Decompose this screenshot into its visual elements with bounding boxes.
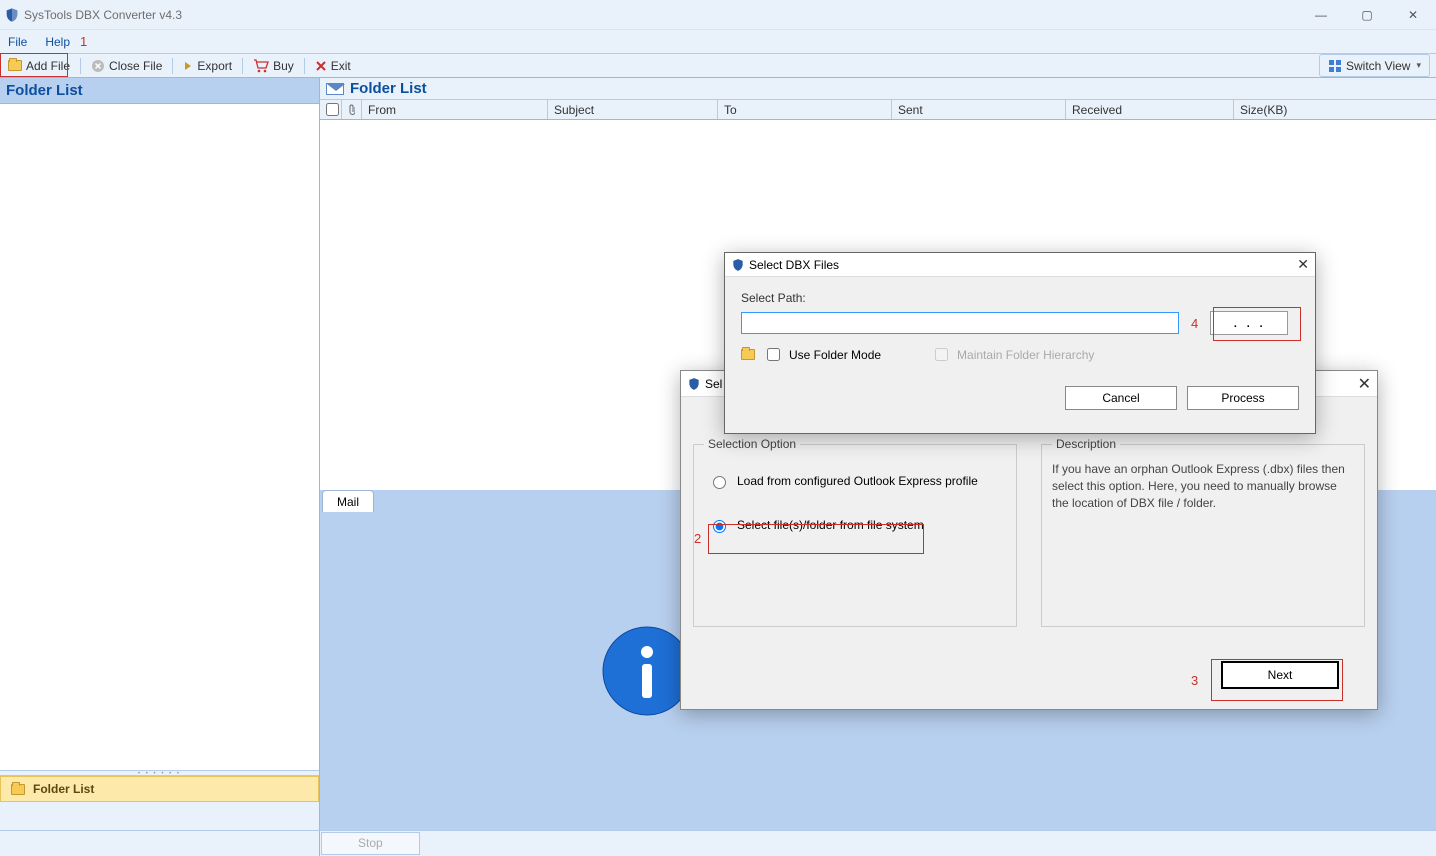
content-title: Folder List	[350, 80, 427, 97]
use-folder-mode-label: Use Folder Mode	[789, 348, 881, 362]
radio-load-profile[interactable]: Load from configured Outlook Express pro…	[708, 473, 1002, 489]
toolbar-add-file-label: Add File	[26, 59, 70, 73]
toolbar-switch-view-label: Switch View	[1346, 59, 1410, 73]
folder-open-icon	[8, 60, 22, 71]
select-dialog-close-button[interactable]: ✕	[1297, 256, 1309, 273]
col-subject[interactable]: Subject	[548, 100, 718, 119]
radio-select-files-label: Select file(s)/folder from file system	[737, 518, 924, 532]
app-icon	[4, 7, 20, 23]
stop-button: Stop	[321, 832, 420, 855]
window-close-button[interactable]: ✕	[1390, 0, 1436, 30]
statusbar: Stop	[0, 830, 1436, 856]
close-file-icon	[91, 59, 105, 73]
col-attachment[interactable]	[342, 100, 362, 119]
sidebar-nav-label: Folder List	[33, 782, 94, 796]
folder-mode-icon	[741, 349, 755, 360]
toolbar-export-label: Export	[197, 59, 232, 73]
content-header: Folder List	[320, 78, 1436, 100]
mail-grid-header: From Subject To Sent Received Size(KB)	[320, 100, 1436, 120]
wizard-title: Sel	[705, 377, 722, 391]
description-legend: Description	[1052, 437, 1120, 451]
col-checkbox[interactable]	[320, 100, 342, 119]
use-folder-mode-option[interactable]: Use Folder Mode	[763, 345, 881, 364]
cancel-button[interactable]: Cancel	[1065, 386, 1177, 410]
window-titlebar: SysTools DBX Converter v4.3 — ▢ ✕	[0, 0, 1436, 30]
select-dialog-titlebar[interactable]: Select DBX Files ✕	[725, 253, 1315, 277]
toolbar-export[interactable]: Export	[175, 54, 240, 77]
toolbar-buy[interactable]: Buy	[245, 54, 302, 77]
tab-mail[interactable]: Mail	[322, 490, 374, 513]
radio-select-files[interactable]: Select file(s)/folder from file system	[708, 517, 1002, 533]
col-to[interactable]: To	[718, 100, 892, 119]
col-received[interactable]: Received	[1066, 100, 1234, 119]
maintain-hierarchy-label: Maintain Folder Hierarchy	[957, 348, 1094, 362]
annotation-4: 4	[1191, 316, 1198, 331]
annotation-1: 1	[80, 34, 87, 49]
toolbar-add-file[interactable]: Add File	[0, 54, 78, 77]
sidebar: Folder List • • • • • • Folder List	[0, 78, 320, 830]
sidebar-nav-folder-list[interactable]: Folder List	[0, 776, 319, 802]
path-input[interactable]	[741, 312, 1179, 334]
description-group: Description If you have an orphan Outloo…	[1041, 437, 1365, 627]
toolbar-exit-label: Exit	[331, 59, 351, 73]
maintain-hierarchy-option: Maintain Folder Hierarchy	[931, 345, 1094, 364]
window-maximize-button[interactable]: ▢	[1344, 0, 1390, 30]
window-minimize-button[interactable]: —	[1298, 0, 1344, 30]
mail-tabs: Mail	[320, 490, 374, 513]
chevron-down-icon: ▾	[1416, 60, 1421, 71]
select-path-label: Select Path:	[741, 291, 1299, 305]
folder-icon	[11, 784, 25, 795]
process-button[interactable]: Process	[1187, 386, 1299, 410]
app-icon-small-2	[731, 258, 745, 272]
annotation-2: 2	[694, 531, 701, 546]
switch-view-icon	[1328, 59, 1342, 73]
cart-icon	[253, 59, 269, 73]
app-icon-small	[687, 377, 701, 391]
menu-help[interactable]: Help	[45, 35, 70, 49]
selection-legend: Selection Option	[704, 437, 800, 451]
select-all-checkbox[interactable]	[326, 103, 339, 116]
toolbar-close-file[interactable]: Close File	[83, 54, 170, 77]
toolbar-switch-view[interactable]: Switch View ▾	[1319, 54, 1430, 77]
radio-load-profile-input[interactable]	[713, 476, 726, 489]
maintain-hierarchy-checkbox	[935, 348, 948, 361]
info-icon	[602, 626, 692, 716]
description-text: If you have an orphan Outlook Express (.…	[1052, 461, 1354, 511]
toolbar: Add File Close File Export Buy Exit Swit…	[0, 54, 1436, 78]
col-sent[interactable]: Sent	[892, 100, 1066, 119]
paperclip-icon	[348, 104, 355, 116]
mail-grid-body: Mail No Preview Available Sel ✕ Selectio…	[320, 120, 1436, 830]
col-size[interactable]: Size(KB)	[1234, 100, 1436, 119]
radio-load-profile-label: Load from configured Outlook Express pro…	[737, 474, 978, 488]
envelope-icon	[326, 83, 344, 95]
app-title: SysTools DBX Converter v4.3	[24, 8, 182, 22]
wizard-next-button[interactable]: Next	[1221, 661, 1339, 689]
wizard-close-button[interactable]: ✕	[1358, 374, 1371, 394]
exit-icon	[315, 60, 327, 72]
select-dialog-title: Select DBX Files	[749, 258, 839, 272]
toolbar-buy-label: Buy	[273, 59, 294, 73]
select-dbx-dialog: Select DBX Files ✕ Select Path: 4 . . .	[724, 252, 1316, 434]
sidebar-title: Folder List	[0, 78, 319, 104]
export-icon	[183, 61, 193, 71]
col-from[interactable]: From	[362, 100, 548, 119]
toolbar-exit[interactable]: Exit	[307, 54, 359, 77]
selection-option-group: Selection Option Load from configured Ou…	[693, 437, 1017, 627]
menu-file[interactable]: File	[8, 35, 27, 49]
radio-select-files-input[interactable]	[713, 520, 726, 533]
menubar: File Help 1	[0, 30, 1436, 54]
use-folder-mode-checkbox[interactable]	[767, 348, 780, 361]
browse-button[interactable]: . . .	[1210, 311, 1288, 335]
content-area: Folder List From Subject To Sent Receive…	[320, 78, 1436, 830]
folder-tree[interactable]	[0, 104, 319, 770]
annotation-3: 3	[1191, 673, 1198, 688]
toolbar-close-file-label: Close File	[109, 59, 162, 73]
